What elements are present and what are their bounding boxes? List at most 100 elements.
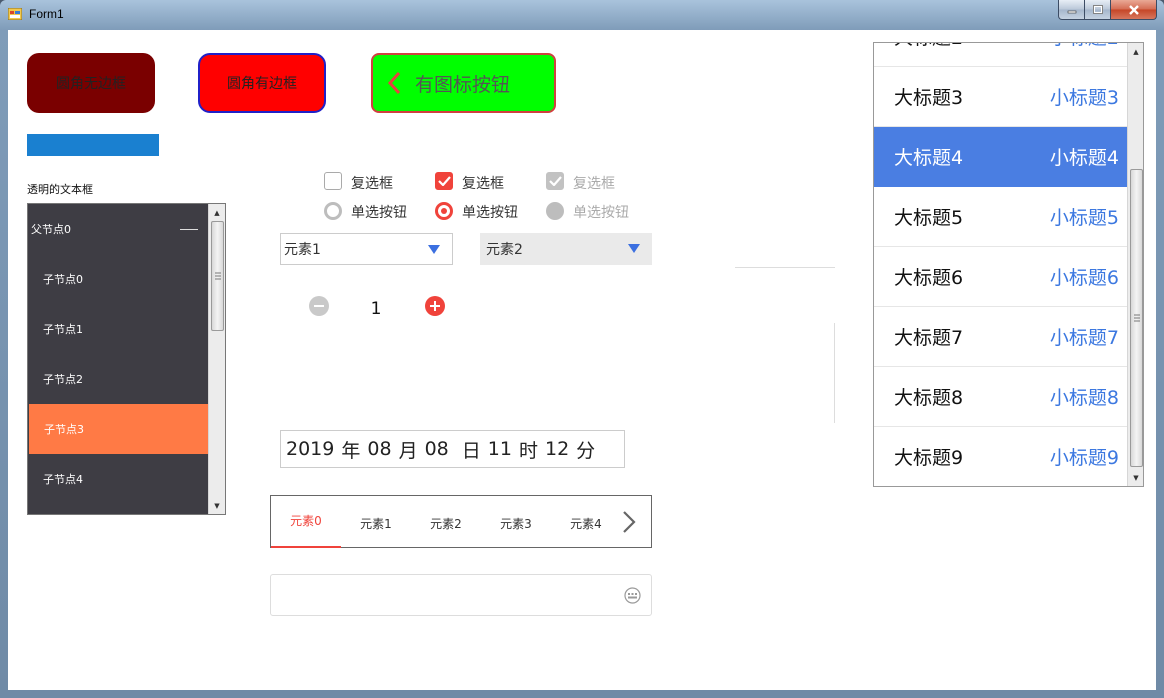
minimize-button[interactable] (1058, 0, 1085, 20)
hour-unit: 时 (518, 439, 538, 462)
day-value[interactable]: 08 (425, 438, 449, 460)
tree-child-label: 子节点4 (43, 473, 83, 486)
month-value[interactable]: 08 (367, 438, 391, 460)
increment-button[interactable] (425, 296, 445, 316)
scroll-thumb[interactable] (211, 221, 224, 331)
month-unit: 月 (398, 439, 418, 462)
tree-child-node[interactable]: 子节点0 (28, 254, 208, 304)
minimize-icon (1067, 10, 1076, 13)
scroll-down-arrow[interactable]: ▼ (1128, 469, 1143, 486)
list-item-subtitle: 小标题9 (1049, 447, 1119, 469)
chevron-right-icon[interactable] (621, 509, 637, 535)
checkbox-label: 复选框 (462, 176, 504, 192)
checkbox-label: 复选框 (351, 176, 393, 192)
tree-scrollbar[interactable]: ▲ ▼ (208, 204, 225, 514)
year-value[interactable]: 2019 (286, 438, 334, 460)
maximize-icon (1092, 4, 1103, 14)
chevron-left-icon (387, 71, 401, 95)
list-item-selected[interactable]: 大标题4 小标题4 (874, 127, 1127, 187)
text-input[interactable] (270, 574, 652, 616)
app-icon (8, 8, 22, 20)
radio-checked[interactable] (435, 202, 453, 220)
radio-unchecked[interactable] (324, 202, 342, 220)
scroll-thumb[interactable] (1130, 169, 1143, 467)
list-item-title: 大标题6 (894, 267, 964, 289)
scroll-down-arrow[interactable]: ▼ (209, 497, 225, 514)
stepper-value: 1 (370, 299, 382, 319)
tree-child-label: 子节点3 (44, 423, 84, 436)
tree-child-node[interactable]: 子节点1 (28, 304, 208, 354)
minute-value[interactable]: 12 (545, 438, 569, 460)
list-item[interactable]: 大标题6 小标题6 (874, 247, 1127, 307)
checkmark-icon (549, 176, 562, 186)
radio-label: 单选按钮 (351, 205, 407, 221)
checkbox-disabled (546, 172, 564, 190)
rounded-no-border-button[interactable]: 圆角无边框 (27, 53, 155, 113)
tab-element-4[interactable]: 元素4 (551, 496, 621, 548)
list-item-subtitle: 小标题6 (1049, 267, 1119, 289)
tab-element-0[interactable]: 元素0 (271, 496, 341, 548)
list-item-title: 大标题5 (894, 207, 964, 229)
collapse-icon[interactable] (180, 229, 198, 230)
combo-value: 元素1 (284, 242, 321, 258)
combo-box-1[interactable]: 元素1 (280, 233, 453, 265)
tree-parent-node[interactable]: 父节点0 (28, 204, 208, 254)
radio-label: 单选按钮 (573, 205, 629, 221)
tree-child-node-selected[interactable]: 子节点3 (29, 404, 208, 454)
tree-view[interactable]: 父节点0 子节点0 子节点1 子节点2 子节点3 子节点4 ▲ ▼ (27, 203, 226, 515)
tab-label: 元素0 (290, 513, 322, 528)
list-item-title: 大标题7 (894, 327, 964, 349)
decrement-button[interactable] (309, 296, 329, 316)
tab-element-1[interactable]: 元素1 (341, 496, 411, 548)
vertical-divider (834, 323, 835, 423)
combo-box-2[interactable]: 元素2 (480, 233, 652, 265)
tab-label: 元素1 (360, 516, 392, 531)
rounded-with-border-button[interactable]: 圆角有边框 (198, 53, 326, 113)
list-item-subtitle: 小标题8 (1049, 387, 1119, 409)
radio-disabled (546, 202, 564, 220)
list-item[interactable]: 大标题3 小标题3 (874, 67, 1127, 127)
dropdown-arrow-icon[interactable] (428, 245, 440, 254)
list-item-title: 大标题3 (894, 87, 964, 109)
tab-label: 元素2 (430, 516, 462, 531)
title-bar: Form1 (0, 0, 1164, 30)
dropdown-arrow-icon[interactable] (628, 244, 640, 253)
scroll-up-arrow[interactable]: ▲ (1128, 43, 1143, 60)
title-list[interactable]: 大标题2 小标题2 大标题3 小标题3 大标题4 小标题4 大标题5 小标题5 … (873, 42, 1144, 487)
list-item-title: 大标题2 (894, 43, 963, 50)
list-item[interactable]: 大标题8 小标题8 (874, 367, 1127, 427)
checkbox-checked[interactable] (435, 172, 453, 190)
icon-button-label: 有图标按钮 (415, 73, 511, 96)
tree-child-node[interactable]: 子节点2 (28, 354, 208, 404)
hour-value[interactable]: 11 (488, 438, 512, 460)
list-scrollbar[interactable]: ▲ ▼ (1127, 43, 1143, 486)
list-item-title: 大标题9 (894, 447, 964, 469)
list-item[interactable]: 大标题9 小标题9 (874, 427, 1127, 486)
checkbox-label: 复选框 (573, 176, 615, 192)
list-item[interactable]: 大标题7 小标题7 (874, 307, 1127, 367)
transparent-textbox-label: 透明的文本框 (27, 183, 93, 196)
list-item-subtitle: 小标题5 (1049, 207, 1119, 229)
checkbox-unchecked[interactable] (324, 172, 342, 190)
tree-child-label: 子节点0 (43, 273, 83, 286)
keyboard-icon[interactable] (624, 587, 641, 604)
close-button[interactable] (1111, 0, 1157, 20)
icon-button[interactable]: 有图标按钮 (371, 53, 556, 113)
list-item-title: 大标题8 (894, 387, 964, 409)
list-item-subtitle: 小标题7 (1049, 327, 1119, 349)
list-item[interactable]: 大标题2 小标题2 (874, 43, 1127, 67)
combo-value: 元素2 (486, 242, 523, 258)
datetime-picker[interactable]: 2019 年 08 月 08 日 11 时 12 分 (280, 430, 625, 468)
blue-bar (27, 134, 159, 156)
list-item-subtitle: 小标题3 (1049, 87, 1119, 109)
maximize-button[interactable] (1085, 0, 1111, 20)
scroll-up-arrow[interactable]: ▲ (209, 204, 225, 221)
list-item-subtitle: 小标题2 (1050, 43, 1119, 50)
checkmark-icon (438, 176, 451, 186)
tab-element-2[interactable]: 元素2 (411, 496, 481, 548)
list-item[interactable]: 大标题5 小标题5 (874, 187, 1127, 247)
tree-child-node[interactable]: 子节点4 (28, 454, 208, 504)
tab-element-3[interactable]: 元素3 (481, 496, 551, 548)
horizontal-divider (735, 267, 835, 268)
radio-label: 单选按钮 (462, 205, 518, 221)
